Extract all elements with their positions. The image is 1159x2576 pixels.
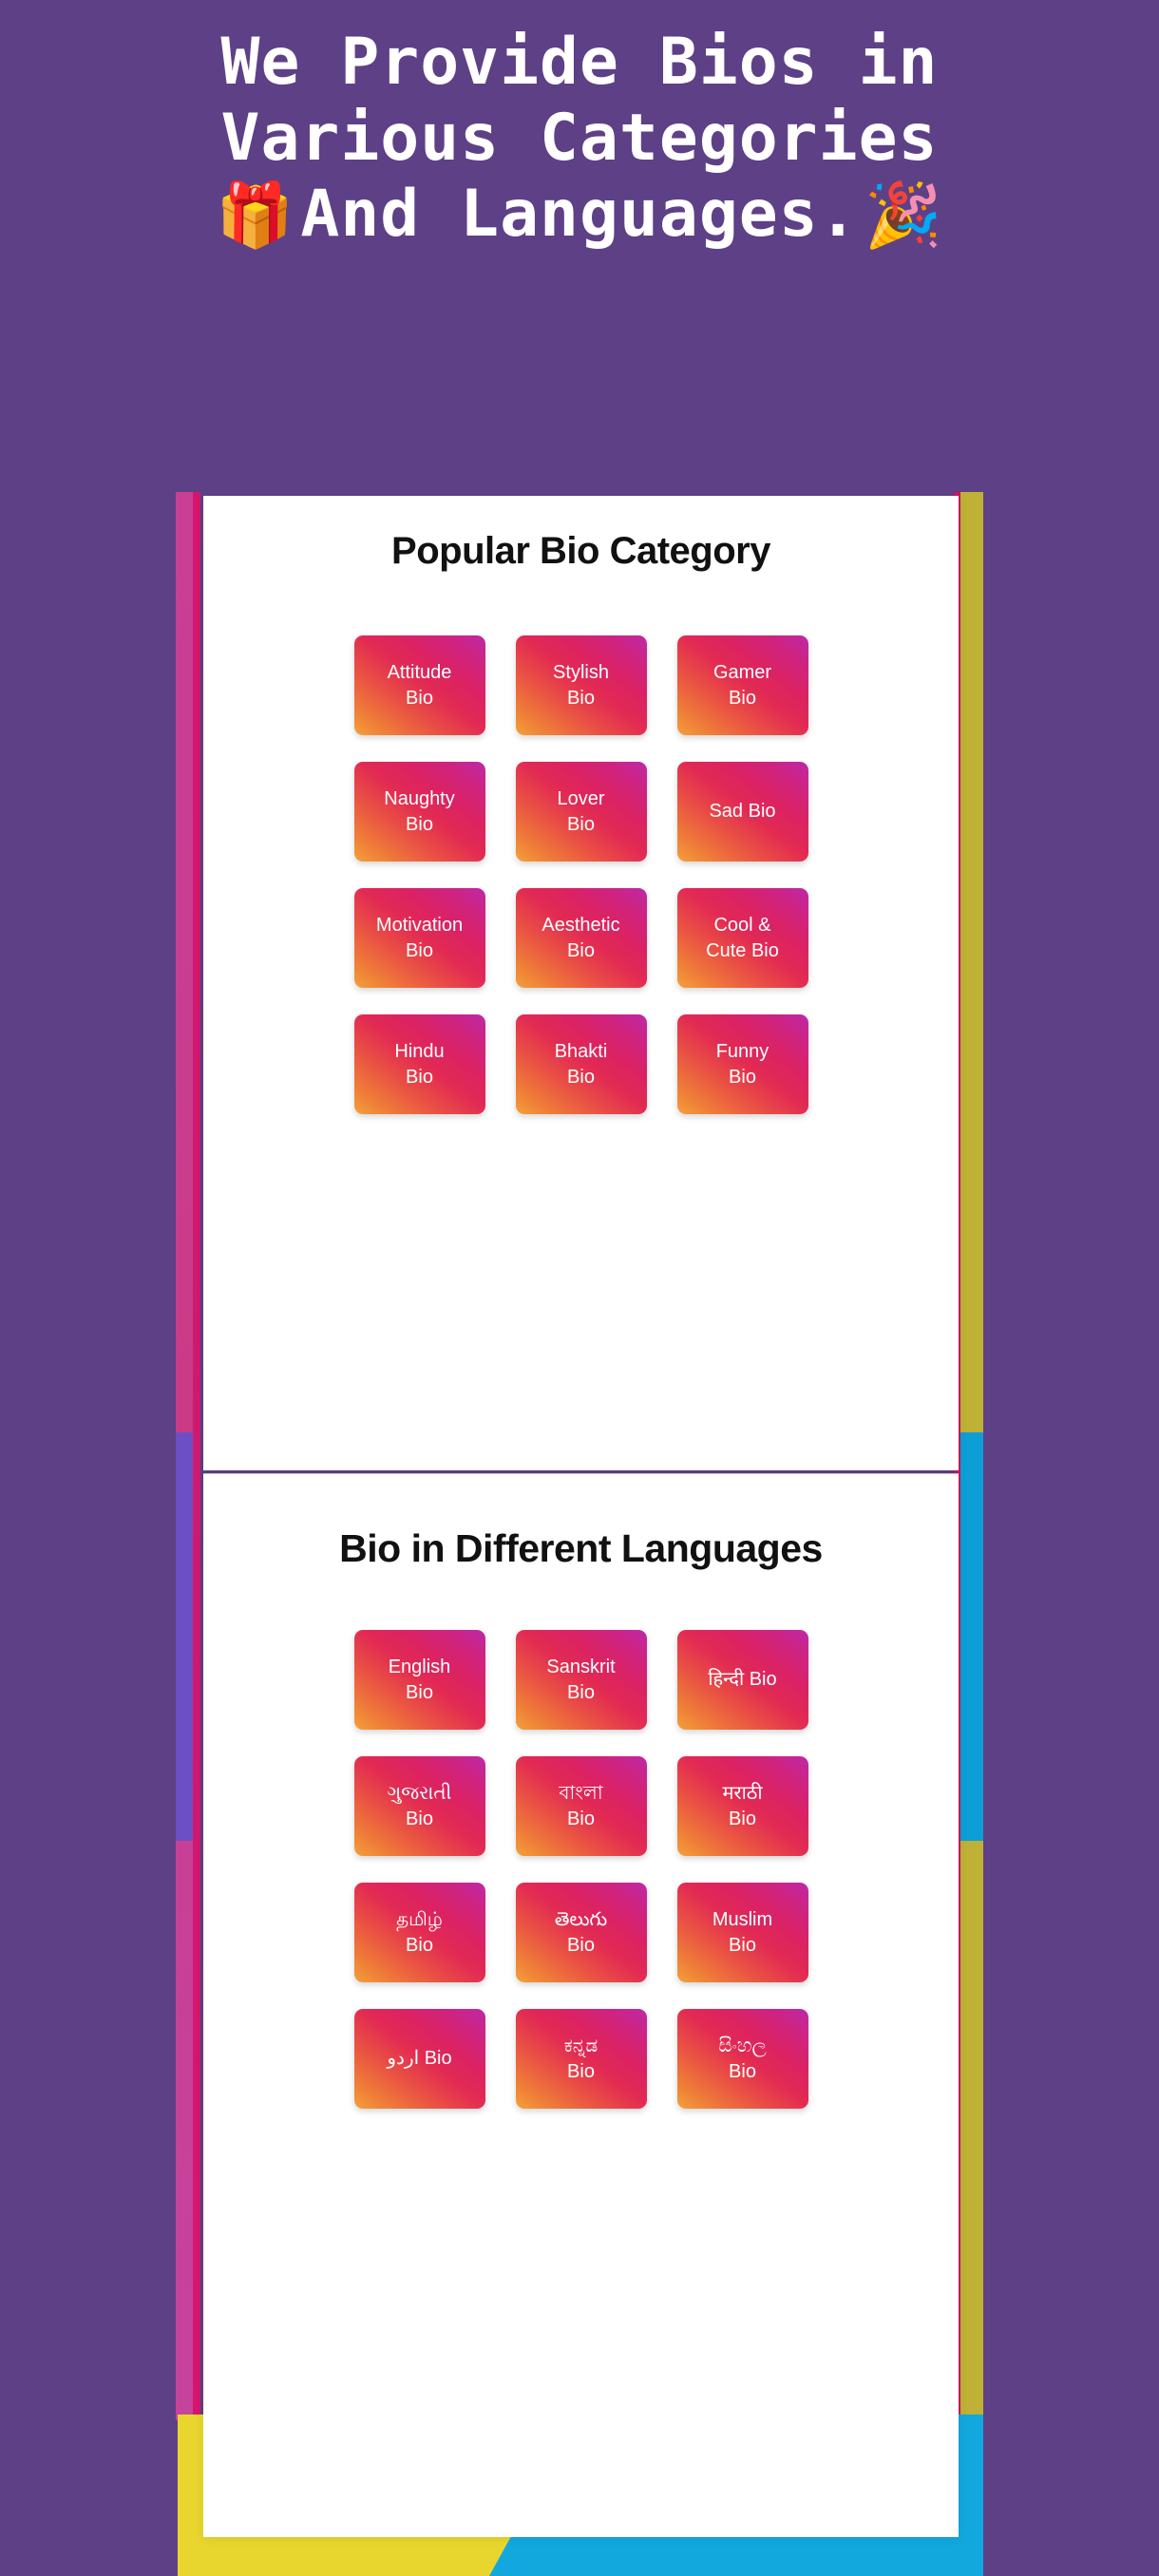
tile-label-line2: Bio [729,1066,756,1088]
hero-text-1: We Provide Bios in [220,25,939,100]
content-frame: Popular Bio Category Attitude Bio Stylish… [176,492,983,2576]
tile-cool-cute-bio[interactable]: Cool & Cute Bio [676,888,808,988]
tile-bhakti-bio[interactable]: Bhakti Bio [515,1014,647,1114]
tile-aesthetic-bio[interactable]: Aesthetic Bio [515,888,647,988]
tile-label-line1: Gamer [712,662,772,684]
tile-label-line1: اردو Bio [387,2048,452,2070]
tile-label-line2: Bio [406,939,433,961]
popular-bio-category-grid: Attitude Bio Stylish Bio Gamer Bio Naughty B… [203,635,959,1114]
tile-urdu-bio[interactable]: اردو Bio [353,2009,485,2109]
tile-label-line1: Hindu [394,1041,445,1063]
hero-text-2: Various Categories [220,101,939,177]
decor-strip-left-accent [176,1432,193,1841]
tile-label-line1: English [388,1657,451,1678]
tile-label-line2: Bio [406,1934,433,1956]
tile-attitude-bio[interactable]: Attitude Bio [353,635,485,735]
tile-label-line1: Attitude [387,662,452,684]
tile-muslim-bio[interactable]: Muslim Bio [676,1883,808,1982]
tile-sinhala-bio[interactable]: සිංහල Bio [676,2009,808,2109]
tile-label-line1: हिन्दी Bio [708,1669,777,1691]
tile-naughty-bio[interactable]: Naughty Bio [353,762,485,862]
tile-label-line1: Stylish [553,662,609,684]
tile-label-line1: Funny [715,1041,770,1063]
section-title-languages: Bio in Different Languages [339,1526,823,1570]
tile-label-line1: ಕನ್ನಡ [563,2036,598,2057]
tile-hindi-bio[interactable]: हिन्दी Bio [676,1630,808,1730]
tile-gamer-bio[interactable]: Gamer Bio [676,635,808,735]
tile-label-line1: বাংলা [559,1783,603,1805]
tile-label-line1: Muslim [712,1909,773,1931]
tile-label-line2: Bio [406,1066,433,1088]
tile-stylish-bio[interactable]: Stylish Bio [515,635,647,735]
tile-label-line1: తెలుగు [554,1909,608,1931]
tile-label-line1: Bhakti [554,1041,608,1063]
section-title-popular: Popular Bio Category [391,530,770,572]
tile-label-line2: Bio [567,2060,595,2082]
tile-funny-bio[interactable]: Funny Bio [676,1014,808,1114]
party-popper-emoji: 🎉 [864,178,943,252]
tile-label-line1: සිංහල [718,2036,767,2057]
tile-motivation-bio[interactable]: Motivation Bio [353,888,485,988]
hero-line-1: We Provide Bios in [0,25,1159,101]
tile-label-line1: Aesthetic [542,915,620,937]
tile-gujarati-bio[interactable]: ગુજરાતી Bio [353,1756,485,1856]
popular-bio-category-panel: Popular Bio Category Attitude Bio Stylish… [203,496,959,1470]
decor-strip-right [959,492,983,2534]
tile-label-line2: Bio [729,687,756,709]
tile-bangla-bio[interactable]: বাংলা Bio [515,1756,647,1856]
tile-label-line2: Bio [406,1681,433,1703]
tile-label-line2: Bio [406,1808,433,1829]
bio-in-different-languages-panel: Bio in Different Languages English Bio Sa… [203,1473,959,2537]
tile-label-line2: Cute Bio [706,939,779,961]
tile-label-line2: Bio [567,1808,595,1829]
tile-label-line2: Bio [567,1681,595,1703]
tile-sad-bio[interactable]: Sad Bio [676,762,808,862]
tile-label-line2: Bio [567,1066,595,1088]
tile-label-line2: Bio [567,1934,595,1956]
tile-label-line1: Lover [557,788,605,810]
tile-sanskrit-bio[interactable]: Sanskrit Bio [515,1630,647,1730]
hero-line-2: Various Categories [0,101,1159,177]
tile-english-bio[interactable]: English Bio [353,1630,485,1730]
tile-label-line1: मराठी [722,1783,763,1805]
tile-label-line1: Sad Bio [709,801,776,823]
bio-languages-grid: English Bio Sanskrit Bio हिन्दी Bio ગુજરાત… [203,1630,959,2109]
gift-emoji: 🎁 [216,178,295,252]
tile-label-line2: Bio [406,813,433,835]
tile-label-line2: Bio [729,1934,756,1956]
tile-label-line2: Bio [567,687,595,709]
tile-label-line1: Cool & [713,915,771,937]
tile-label-line2: Bio [567,813,595,835]
hero-line-3: 🎁 And Languages. 🎉 [0,177,1159,253]
tile-hindu-bio[interactable]: Hindu Bio [353,1014,485,1114]
tile-telugu-bio[interactable]: తెలుగు Bio [515,1883,647,1982]
hero-text-3: And Languages. [300,177,859,253]
tile-label-line1: தமிழ் [396,1909,443,1931]
tile-marathi-bio[interactable]: मराठी Bio [676,1756,808,1856]
tile-label-line1: Motivation [375,915,464,937]
tile-label-line2: Bio [406,687,433,709]
tile-tamil-bio[interactable]: தமிழ் Bio [353,1883,485,1982]
tile-label-line1: Naughty [384,788,455,810]
tile-lover-bio[interactable]: Lover Bio [515,762,647,862]
decor-strip-left-edge [193,492,200,2420]
tile-label-line1: ગુજરાતી [387,1783,452,1805]
tile-label-line1: Sanskrit [546,1657,616,1678]
tile-label-line2: Bio [567,939,595,961]
decor-strip-right-accent [959,1432,983,1841]
tile-label-line2: Bio [729,1808,756,1829]
hero-banner: We Provide Bios in Various Categories 🎁 … [0,0,1159,446]
page-root: We Provide Bios in Various Categories 🎁 … [0,0,1159,2576]
tile-label-line2: Bio [729,2060,756,2082]
tile-kannada-bio[interactable]: ಕನ್ನಡ Bio [515,2009,647,2109]
